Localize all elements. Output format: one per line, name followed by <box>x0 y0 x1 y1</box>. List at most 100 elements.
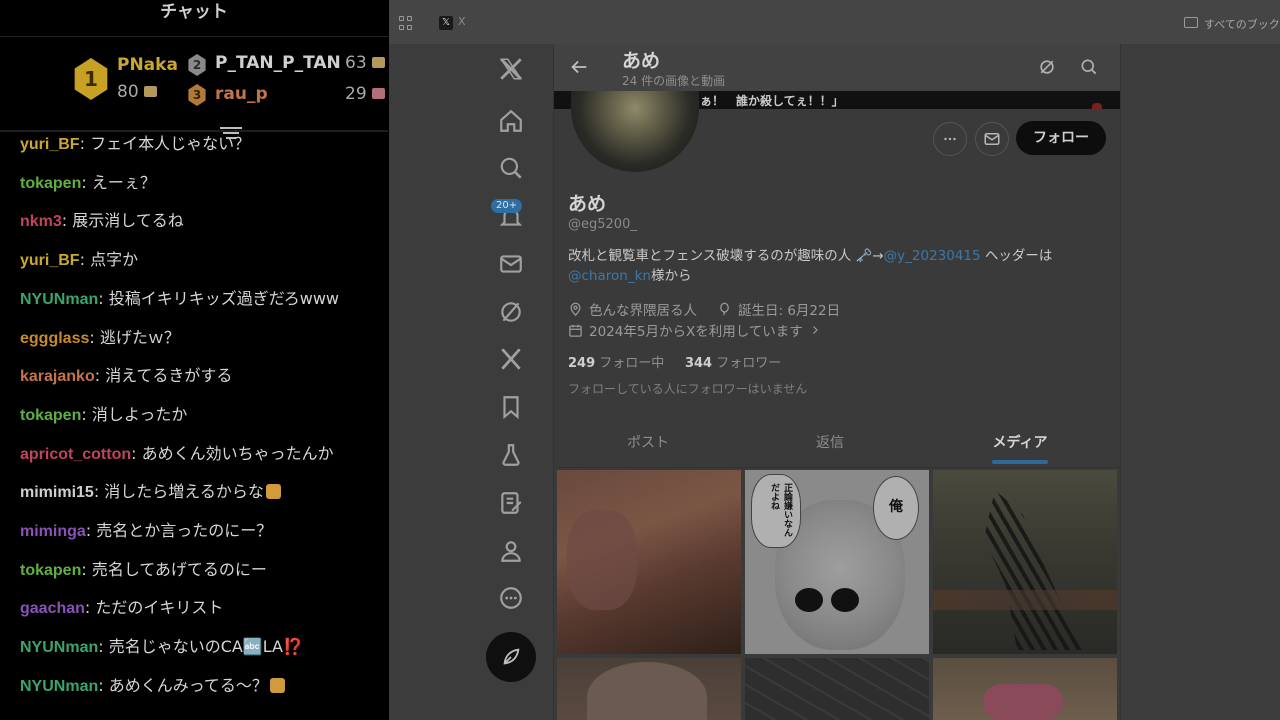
chat-separator: : <box>98 675 109 695</box>
folder-icon <box>1184 17 1198 28</box>
chat-message: apricot_cotton: あめくん効いちゃったんか <box>20 444 334 465</box>
x-premium-icon[interactable] <box>498 346 524 372</box>
chat-username[interactable]: yuri_BF <box>20 252 80 269</box>
media-thumbnail-2[interactable]: 俺 正論嫌いなんだよね <box>745 470 929 654</box>
apps-grid-icon[interactable] <box>399 16 413 30</box>
chat-separator: : <box>131 443 142 463</box>
profile-bio: 改札と観覧車とフェンス破壊するのが趣味の人 🗝️→@y_20230415 ヘッダ… <box>568 246 1108 286</box>
following-link[interactable]: 249 フォロー中 <box>568 356 664 371</box>
profile-location: 色んな界隈居る人 <box>568 299 697 319</box>
chat-username[interactable]: NYUNman <box>20 678 98 695</box>
tab-posts[interactable]: ポスト <box>558 432 738 452</box>
chat-username[interactable]: NYUNman <box>20 291 98 308</box>
rank-1-medal-icon: 1 <box>74 58 108 100</box>
chat-message: gaachan: ただのイキリスト <box>20 598 223 619</box>
active-tab-indicator <box>992 460 1048 464</box>
chat-username[interactable]: karajanko <box>20 368 95 385</box>
following-count: 249 <box>568 356 596 371</box>
chat-message: tokapen: 売名してあげてるのにー <box>20 560 267 581</box>
chat-text: 消したら増えるからな <box>104 482 264 502</box>
tab-replies[interactable]: 返信 <box>740 432 920 452</box>
chat-username[interactable]: gaachan <box>20 600 85 617</box>
followers-you-know-note: フォローしている人にフォロワーはいません <box>568 382 808 396</box>
rank-2-points-value: 63 <box>345 53 367 73</box>
rank-3-points: 29 <box>345 84 385 104</box>
more-actions-button[interactable] <box>933 122 967 156</box>
chat-text: 売名じゃないのCA🔤LA⁉️ <box>108 637 303 657</box>
x-favicon-icon[interactable]: 𝕏 <box>439 16 453 30</box>
message-button[interactable] <box>975 122 1009 156</box>
jobs-flask-icon[interactable] <box>498 442 524 468</box>
profile-joined[interactable]: 2024年5月からXを利用しています <box>568 320 821 340</box>
lists-icon[interactable] <box>498 490 524 516</box>
chat-username[interactable]: apricot_cotton <box>20 446 131 463</box>
media-detail <box>567 510 637 610</box>
search-profile-icon[interactable] <box>1079 57 1099 77</box>
compose-post-button[interactable] <box>486 632 536 682</box>
chat-separator: : <box>84 598 96 618</box>
banner-decoration <box>1092 103 1102 109</box>
chat-separator: : <box>93 482 105 502</box>
all-bookmarks-link[interactable]: すべてのブックマーク <box>1204 16 1280 32</box>
rank-1-points: 80 <box>117 82 157 102</box>
chat-separator: : <box>79 134 91 153</box>
profile-icon[interactable] <box>498 538 524 564</box>
rank-3-name[interactable]: rau_p <box>215 84 268 104</box>
grok-icon[interactable] <box>498 299 524 325</box>
followers-label: フォロワー <box>712 356 782 371</box>
chat-username[interactable]: NYUNman <box>20 639 98 656</box>
bookmark-x[interactable]: X <box>458 15 466 28</box>
messages-envelope-icon[interactable] <box>498 251 524 277</box>
rank-3-number: 3 <box>192 88 202 102</box>
media-thumbnail-6[interactable] <box>933 658 1117 720</box>
chat-separator: : <box>89 327 100 347</box>
profile-name: あめ <box>568 193 607 215</box>
media-thumbnail-4[interactable] <box>557 658 741 720</box>
chat-username[interactable]: miminga <box>20 523 86 540</box>
media-thumbnail-3[interactable] <box>933 470 1117 654</box>
ellipsis-icon <box>944 137 956 141</box>
browser-window: 𝕏 X すべてのブックマーク 20+ <box>389 0 1280 720</box>
profile-handle: @eg5200_ <box>568 217 637 232</box>
chat-username[interactable]: w <box>20 717 32 720</box>
follow-stats: 249 フォロー中 344 フォロワー <box>568 352 781 371</box>
rank-3-medal-icon: 3 <box>188 84 206 106</box>
bio-text: ヘッダーは <box>980 248 1053 264</box>
chat-username[interactable]: mimimi15 <box>20 484 94 501</box>
notifications-badge: 20+ <box>491 199 523 213</box>
followers-link[interactable]: 344 フォロワー <box>685 356 781 371</box>
gift-icon <box>371 88 385 99</box>
chat-username[interactable]: tokapen <box>20 407 81 424</box>
chevron-right-icon <box>812 326 818 334</box>
x-logo-icon[interactable] <box>498 56 524 82</box>
home-icon[interactable] <box>498 108 524 134</box>
bio-mention-link[interactable]: @charon_kn <box>568 268 651 284</box>
speech-bubble-2: 正論嫌いなんだよね <box>751 474 801 548</box>
chat-username[interactable]: yuri_BF <box>20 136 80 153</box>
chat-username[interactable]: tokapen <box>20 562 81 579</box>
rank-1-name[interactable]: PNaka <box>117 55 178 75</box>
media-thumbnail-5[interactable] <box>745 658 929 720</box>
header-media-count: 24 件の画像と動画 <box>622 74 726 88</box>
chat-message: NYUNman: あめくんみってる～？ <box>20 676 285 697</box>
chat-message: miminga: 売名とか言ったのにー？ <box>20 521 272 542</box>
chat-username[interactable]: tokapen <box>20 175 81 192</box>
bio-mention-link[interactable]: @y_20230415 <box>884 248 981 264</box>
bookmarks-icon[interactable] <box>498 394 524 420</box>
media-thumbnail-1[interactable] <box>557 470 741 654</box>
chat-username[interactable]: nkm3 <box>20 213 62 230</box>
search-icon[interactable] <box>498 155 524 181</box>
tab-media[interactable]: メディア <box>930 432 1110 452</box>
chat-message: yuri_BF: 点字か <box>20 250 138 271</box>
joined-text: 2024年5月からXを利用しています <box>589 324 803 340</box>
back-arrow-icon[interactable] <box>568 56 590 78</box>
follow-button[interactable]: フォロー <box>1016 121 1106 155</box>
rank-2-name[interactable]: P_TAN_P_TAN <box>215 53 341 73</box>
more-options-icon[interactable] <box>498 585 524 611</box>
grok-analyze-icon[interactable] <box>1037 57 1057 77</box>
chat-separator: : <box>79 250 91 270</box>
rank-2-medal-icon: 2 <box>188 54 206 76</box>
sunglasses-left <box>795 588 823 612</box>
chat-message: w <box>20 715 32 720</box>
chat-username[interactable]: eggglass <box>20 330 89 347</box>
